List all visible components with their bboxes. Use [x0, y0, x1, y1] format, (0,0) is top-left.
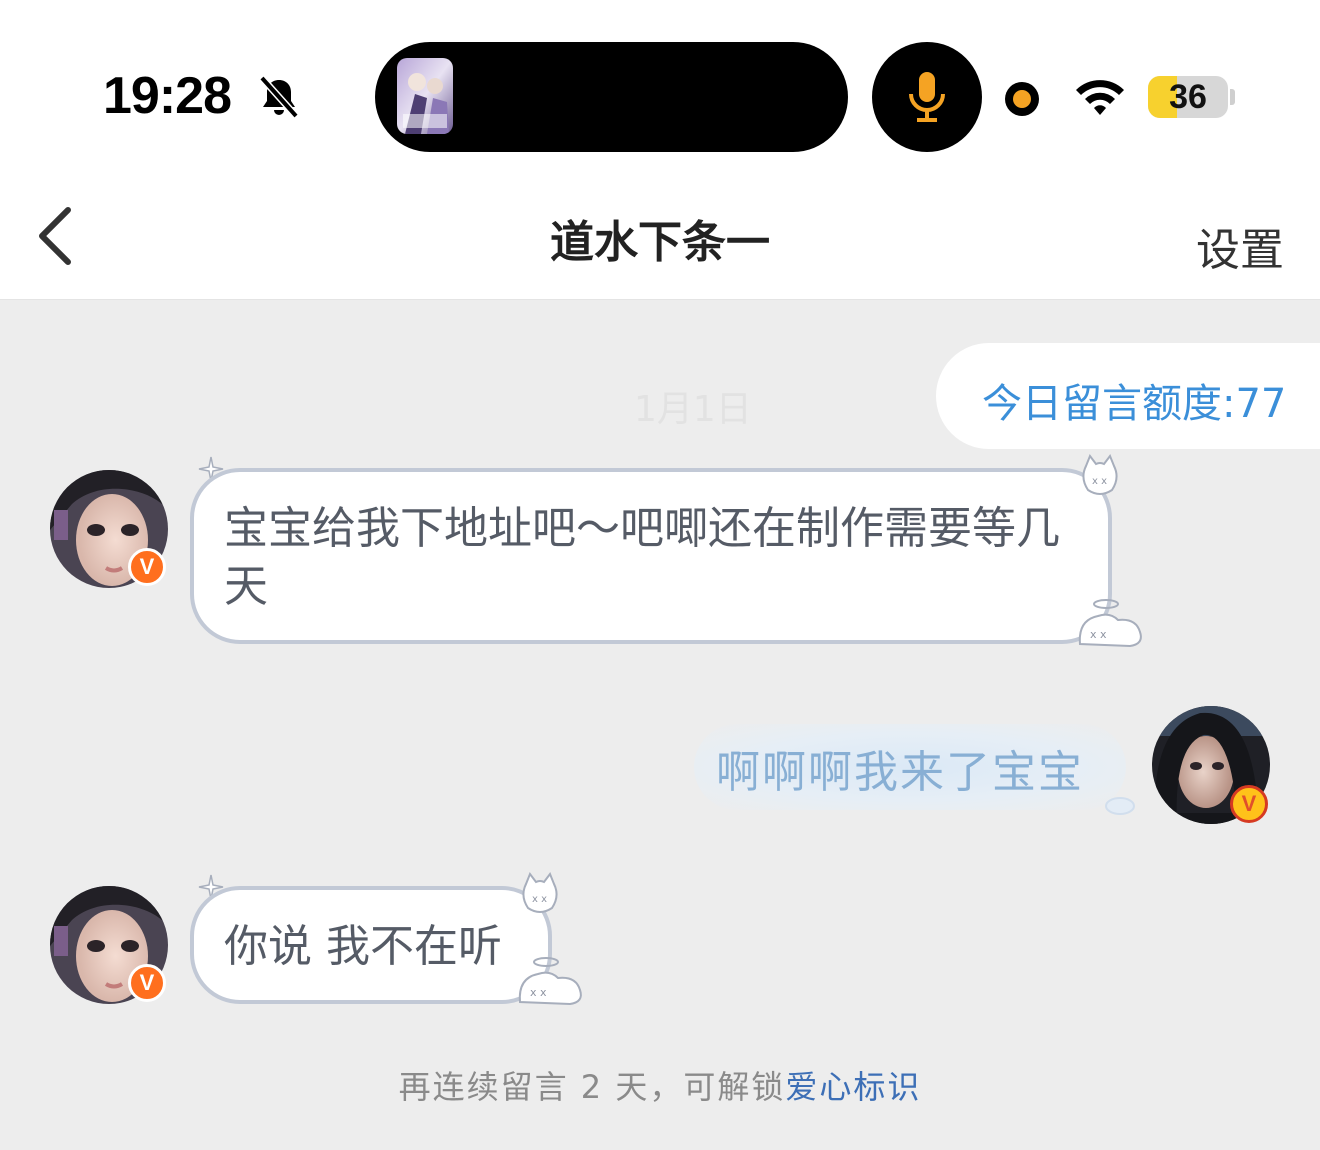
status-time: 19:28 — [103, 67, 232, 125]
streak-hint: 再连续留言 2 天，可解锁爱心标识 — [0, 1062, 1320, 1108]
svg-text:x x: x x — [530, 986, 547, 999]
settings-button[interactable]: 设置 — [1196, 214, 1284, 278]
message-bubble-received[interactable]: 你说 我不在听 — [190, 886, 552, 1004]
island-mic[interactable] — [872, 42, 982, 152]
message-text: 你说 我不在听 — [224, 921, 502, 972]
quota-pill[interactable]: 今日留言额度:77 — [936, 343, 1320, 449]
message-text: 宝宝给我下地址吧～吧唧还在制作需要等几天 — [224, 503, 1060, 612]
quota-label: 今日留言额度:77 — [982, 381, 1287, 427]
wifi-icon — [1076, 80, 1124, 115]
message-text: 啊啊啊我来了宝宝 — [716, 747, 1084, 798]
message-bubble-sent[interactable]: 啊啊啊我来了宝宝 — [694, 724, 1126, 810]
bubble-dot-icon — [1105, 797, 1135, 815]
verified-badge: V — [128, 548, 166, 586]
now-playing-artwork[interactable] — [397, 58, 453, 134]
svg-text:x x: x x — [1092, 476, 1107, 487]
heart-badge-link[interactable]: 爱心标识 — [785, 1068, 921, 1106]
battery-level: 36 — [1169, 78, 1207, 116]
ghost-icon: x x — [518, 957, 582, 1006]
svg-text:x x: x x — [1090, 628, 1107, 641]
bell-off-icon — [259, 75, 299, 119]
streak-hint-text: 再连续留言 2 天，可解锁 — [398, 1068, 786, 1106]
verified-badge: V — [128, 964, 166, 1002]
verified-badge: V — [1230, 785, 1268, 823]
svg-text:x x: x x — [532, 894, 547, 905]
message-bubble-received[interactable]: 宝宝给我下地址吧～吧唧还在制作需要等几天 — [190, 468, 1112, 644]
battery-icon: 36 — [1148, 76, 1228, 118]
page-title: 道水下条一 — [550, 217, 770, 268]
battery-cap — [1230, 89, 1235, 105]
dynamic-island[interactable] — [375, 42, 848, 152]
cat-icon: x x — [522, 871, 558, 913]
ghost-icon: x x — [1078, 599, 1142, 648]
privacy-dot-icon — [1005, 82, 1039, 116]
mic-icon — [909, 72, 945, 122]
cat-icon: x x — [1082, 453, 1118, 495]
status-bar: 19:28 36 — [0, 0, 1320, 190]
nav-bar: 道水下条一 设置 — [0, 190, 1320, 300]
ghost-timestamp: 1月1日 — [634, 389, 752, 430]
